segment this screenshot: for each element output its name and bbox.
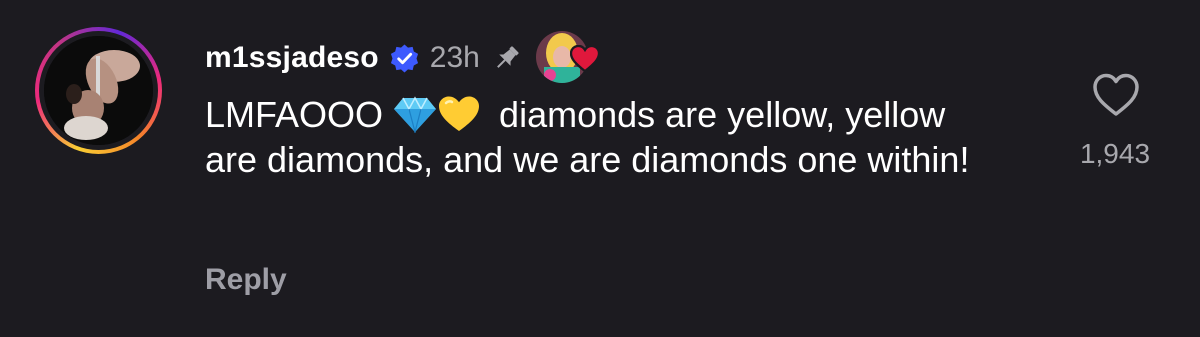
pin-icon (496, 46, 519, 68)
heart-outline-icon[interactable] (1091, 72, 1141, 118)
avatar-gap (39, 31, 158, 150)
comment-text: LMFAOOO diamonds are yellow, yellow are … (205, 92, 1005, 182)
like-count: 1,943 (1079, 138, 1151, 169)
avatar-story-ring[interactable] (35, 27, 162, 154)
username[interactable]: m1ssjadeso (205, 41, 379, 75)
creator-liked-indicator (535, 31, 606, 85)
comment-text-start: LMFAOOO (205, 94, 394, 135)
creator-liked-heart-icon (569, 45, 600, 73)
comment-header: m1ssjadeso 23h (205, 30, 606, 86)
comment-time: 23h (429, 41, 480, 74)
avatar-image (44, 36, 153, 145)
verified-badge-icon (390, 44, 418, 72)
blue-diamond-emoji-icon (394, 96, 437, 133)
reply-button[interactable]: Reply (205, 263, 287, 297)
avatar[interactable] (44, 36, 153, 145)
yellow-heart-emoji-icon (439, 96, 480, 131)
